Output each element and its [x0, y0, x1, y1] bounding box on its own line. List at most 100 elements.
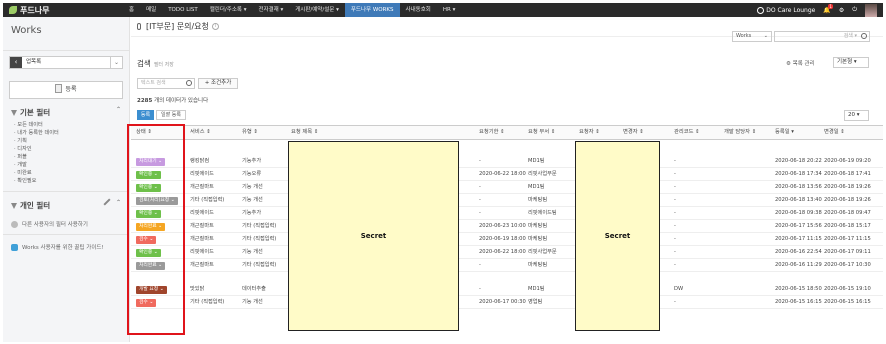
table-row[interactable]: 검수 ⌄ 기타 (직접입력) 기능 개선 2020-06-17 00:30 영업팀 -20…: [131, 296, 883, 310]
redacted-requester-box: Secret: [575, 141, 660, 331]
save-filter-link[interactable]: 필터 저장: [154, 62, 174, 68]
nav-item[interactable]: 전자결재 ▾: [252, 3, 289, 17]
type-cell: 기능 개선: [242, 299, 263, 305]
workspace-select-value: 업목록: [26, 59, 42, 65]
service-cell: 기타 (직접입력): [190, 197, 225, 203]
column-header[interactable]: 변경자 ⇕: [623, 126, 644, 139]
column-header[interactable]: 유형 ⇕: [242, 126, 258, 139]
nav-item[interactable]: 캘린더/주소록 ▾: [204, 3, 253, 17]
type-cell: 기능 개선: [242, 197, 263, 203]
basic-filter-item[interactable]: · 모든 데이터: [14, 121, 129, 129]
personal-filter-header: 개인 필터 ⌃: [3, 192, 129, 214]
deadline-cell: 2020-06-22 18:00: [479, 249, 526, 255]
column-header[interactable]: 개발 담당자 ⇕: [724, 126, 756, 139]
department-cell: 리핏에이드팀: [528, 210, 557, 216]
table-row[interactable]: 개발 요청 ⌄ 맛있닭 데이터추출 - MD1팀 DW 2020-06-15 18:50 20…: [131, 283, 883, 297]
table-row[interactable]: 처리대기 ⌄ 랭킹닭컴 기능추가 - MD1팀 -2020-06-18 20:22 2020…: [131, 155, 883, 169]
back-chevron-icon[interactable]: ‹: [10, 57, 22, 68]
chevron-down-icon[interactable]: ⌄: [110, 57, 122, 68]
deadline-cell: -: [479, 286, 481, 292]
column-header[interactable]: 요청 부서 ⇕: [528, 126, 555, 139]
pencil-icon[interactable]: [103, 198, 111, 206]
chevron-down-icon: ⌄: [763, 33, 768, 39]
nav-item[interactable]: TODO LIST: [162, 3, 204, 17]
table-row[interactable]: 처리완료 ⌄ 개근질마트 기타 (직접입력) 2020-06-23 10:00 마케팅팀…: [131, 220, 883, 234]
nav-item[interactable]: 사내동호회: [400, 3, 437, 17]
table-row[interactable]: 확인중 ⌄ 리핏에이드 기능오류 2020-06-22 18:00 리핏사업부문 -202…: [131, 168, 883, 182]
funnel-icon: [11, 202, 17, 209]
nav-item[interactable]: 홈: [123, 3, 140, 17]
basic-filter-item[interactable]: · 기획: [14, 137, 129, 145]
column-header[interactable]: 등록일 ▾: [775, 126, 794, 139]
nav-item[interactable]: HR ▾: [437, 3, 461, 17]
register-button[interactable]: 등록: [9, 81, 123, 99]
notification-bell-icon[interactable]: 🔔 1: [823, 3, 833, 14]
basic-filter-title: 기본 필터: [20, 108, 51, 117]
management-code-cell: -: [674, 197, 676, 203]
care-lounge-link[interactable]: DO Care Lounge: [757, 6, 815, 14]
registered-date-cell: 2020-06-18 09:38: [775, 210, 822, 216]
document-add-icon: [55, 84, 63, 93]
modified-date-cell: 2020-06-18 19:26: [824, 197, 871, 203]
gear-icon: ⚙: [786, 61, 793, 67]
table-row[interactable]: 처리완료 ⌄ 개근질마트 기타 (직접입력) - 마케팅팀 -2020-06-16 11:…: [131, 259, 883, 273]
column-header[interactable]: 변경일 ⇕: [824, 126, 845, 139]
power-icon[interactable]: ⏻: [852, 6, 857, 14]
view-type-select[interactable]: 기본형 ▾: [833, 57, 869, 68]
service-cell: 개근질마트: [190, 236, 214, 242]
chevron-up-icon[interactable]: ⌃: [116, 106, 121, 113]
nav-item[interactable]: 게시판/예약/설문 ▾: [289, 3, 345, 17]
other-user-filter-label: 다른 사용자의 필터 사용하기: [22, 222, 88, 228]
basic-filter-item[interactable]: · 디자인: [14, 145, 129, 153]
tab-register[interactable]: 등록: [137, 110, 154, 120]
list-management-button[interactable]: ⚙ 목록 관리: [786, 59, 815, 67]
registered-date-cell: 2020-06-17 15:56: [775, 223, 822, 229]
add-condition-button[interactable]: + 조건추가: [198, 78, 238, 89]
basic-filter-item[interactable]: · 미완료: [14, 169, 129, 177]
list-management-label: 목록 관리: [792, 61, 815, 67]
workspace-select[interactable]: ‹ 업목록 ⌄: [9, 56, 123, 69]
main-content: [IT부문] 문의/요청 i Works ⌄ 검색 ▾ 검색 필터 저장 ⚙ 목록 …: [131, 17, 883, 342]
table-row[interactable]: 검토(처리)요청 ⌄ 기타 (직접입력) 기능 개선 - 마케팅팀 -2020-06-18…: [131, 194, 883, 208]
service-cell: 리핏에이드: [190, 249, 214, 255]
text-search-input[interactable]: 텍스트 검색: [137, 78, 195, 89]
other-user-filter-link[interactable]: 다른 사용자의 필터 사용하기: [3, 214, 129, 228]
type-cell: 기능 개선: [242, 184, 263, 190]
search-icon[interactable]: [861, 33, 867, 39]
info-circle-icon: [11, 220, 18, 228]
basic-filter-item[interactable]: · 퍼블: [14, 153, 129, 161]
basic-filter-item[interactable]: · 개발: [14, 161, 129, 169]
column-header[interactable]: 요청 제목 ⇕: [291, 126, 318, 139]
search-icon[interactable]: [186, 80, 192, 86]
avatar[interactable]: [865, 3, 877, 17]
column-header[interactable]: 서비스 ⇕: [190, 126, 211, 139]
tab-bulk-register[interactable]: 일괄 등록: [156, 110, 186, 120]
column-header[interactable]: 요청자 ⇕: [579, 126, 600, 139]
app-logo[interactable]: 푸드나무: [3, 5, 123, 16]
info-icon[interactable]: i: [211, 23, 219, 30]
register-button-label: 등록: [65, 86, 77, 93]
basic-filter-item[interactable]: · 내가 등록한 데이터: [14, 129, 129, 137]
department-cell: 영업팀: [528, 299, 543, 305]
nav-item[interactable]: 메일: [140, 3, 162, 17]
basic-filter-item[interactable]: · 확인필요: [14, 177, 129, 185]
column-header[interactable]: 관리코드 ⇕: [674, 126, 700, 139]
service-cell: 리핏에이드: [190, 171, 214, 177]
microphone-icon: [137, 23, 141, 30]
management-code-cell: -: [674, 184, 676, 190]
chevron-up-icon[interactable]: ⌃: [116, 199, 121, 206]
table-row[interactable]: 확인중 ⌄ 리핏에이드 기능추가 - 리핏에이드팀 -2020-06-18 09:38 20…: [131, 207, 883, 221]
guide-link[interactable]: Works 사용자를 위한 꿀팁 가이드!: [3, 235, 129, 251]
department-cell: 마케팅팀: [528, 262, 548, 268]
page-size-select[interactable]: 20 ▾: [844, 110, 869, 121]
table-row[interactable]: 검수 ⌄ 개근질마트 기타 (직접입력) 2020-06-19 18:00 마케팅팀 -2…: [131, 233, 883, 247]
nav-item[interactable]: 푸드나무 WORKS: [344, 3, 400, 17]
top-search-input[interactable]: 검색 ▾: [774, 31, 870, 42]
clock-icon: [757, 6, 765, 14]
gear-icon[interactable]: ⚙: [839, 7, 844, 14]
service-cell: 개근질마트: [190, 184, 214, 190]
table-row[interactable]: 확인중 ⌄ 리핏에이드 기능 개선 2020-06-22 18:00 리핏사업부문 -20…: [131, 246, 883, 260]
table-row[interactable]: 확인중 ⌄ 개근질마트 기능 개선 - MD1팀 -2020-06-18 13:56 202…: [131, 181, 883, 195]
column-header[interactable]: 요청기한 ⇕: [479, 126, 505, 139]
works-scope-select[interactable]: Works ⌄: [732, 31, 772, 42]
